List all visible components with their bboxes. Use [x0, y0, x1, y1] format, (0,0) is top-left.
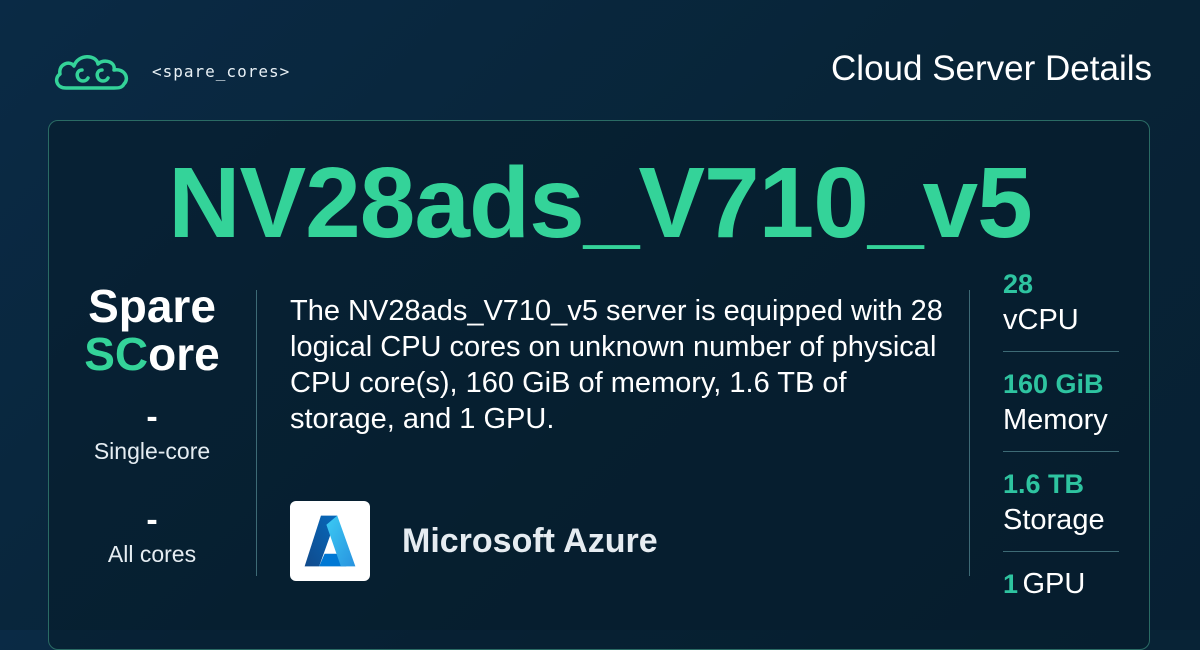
spec-memory-value: 160 GiB [1003, 369, 1104, 399]
spec-storage-label: Storage [1003, 504, 1105, 536]
spec-storage-value: 1.6 TB [1003, 469, 1085, 499]
spec-vcpu: 28 vCPU [1003, 266, 1119, 352]
spec-memory: 160 GiB Memory [1003, 366, 1119, 452]
spare-score-title: Spare SCore [56, 282, 248, 378]
brand: <spare_cores> [52, 48, 290, 94]
server-description: The NV28ads_V710_v5 server is equipped w… [290, 295, 943, 435]
spec-storage: 1.6 TB Storage [1003, 466, 1119, 552]
spec-vcpu-label: vCPU [1003, 304, 1079, 336]
spare-score-title-accent: SC [84, 328, 149, 380]
provider-name: Microsoft Azure [402, 521, 658, 560]
single-core-score-label: Single-core [93, 438, 211, 464]
page-title: Cloud Server Details [831, 49, 1152, 88]
provider: Microsoft Azure [290, 501, 658, 581]
spare-score-panel: Spare SCore - Single-core - All cores [56, 282, 248, 568]
single-core-score-value: - [146, 398, 158, 436]
server-name: NV28ads_V710_v5 [168, 147, 1032, 259]
spare-cores-logo-icon [54, 55, 129, 90]
divider-right [969, 290, 970, 576]
all-cores-score-label: All cores [107, 541, 197, 567]
spec-memory-label: Memory [1003, 404, 1108, 436]
brand-name: <spare_cores> [152, 61, 291, 81]
all-cores-score-value: - [146, 501, 158, 539]
spec-gpu: 1 GPU [1003, 566, 1119, 615]
specs-list: 28 vCPU 160 GiB Memory 1.6 TB Storage 1 … [1003, 266, 1119, 629]
spare-score-title-line1: Spare [88, 280, 216, 332]
spec-gpu-label: GPU [1022, 568, 1086, 600]
spec-vcpu-value: 28 [1003, 269, 1034, 299]
azure-logo-icon [290, 501, 370, 581]
spec-gpu-value: 1 [1003, 569, 1019, 599]
divider-left [256, 290, 257, 576]
spare-score-title-rest: ore [148, 328, 220, 380]
